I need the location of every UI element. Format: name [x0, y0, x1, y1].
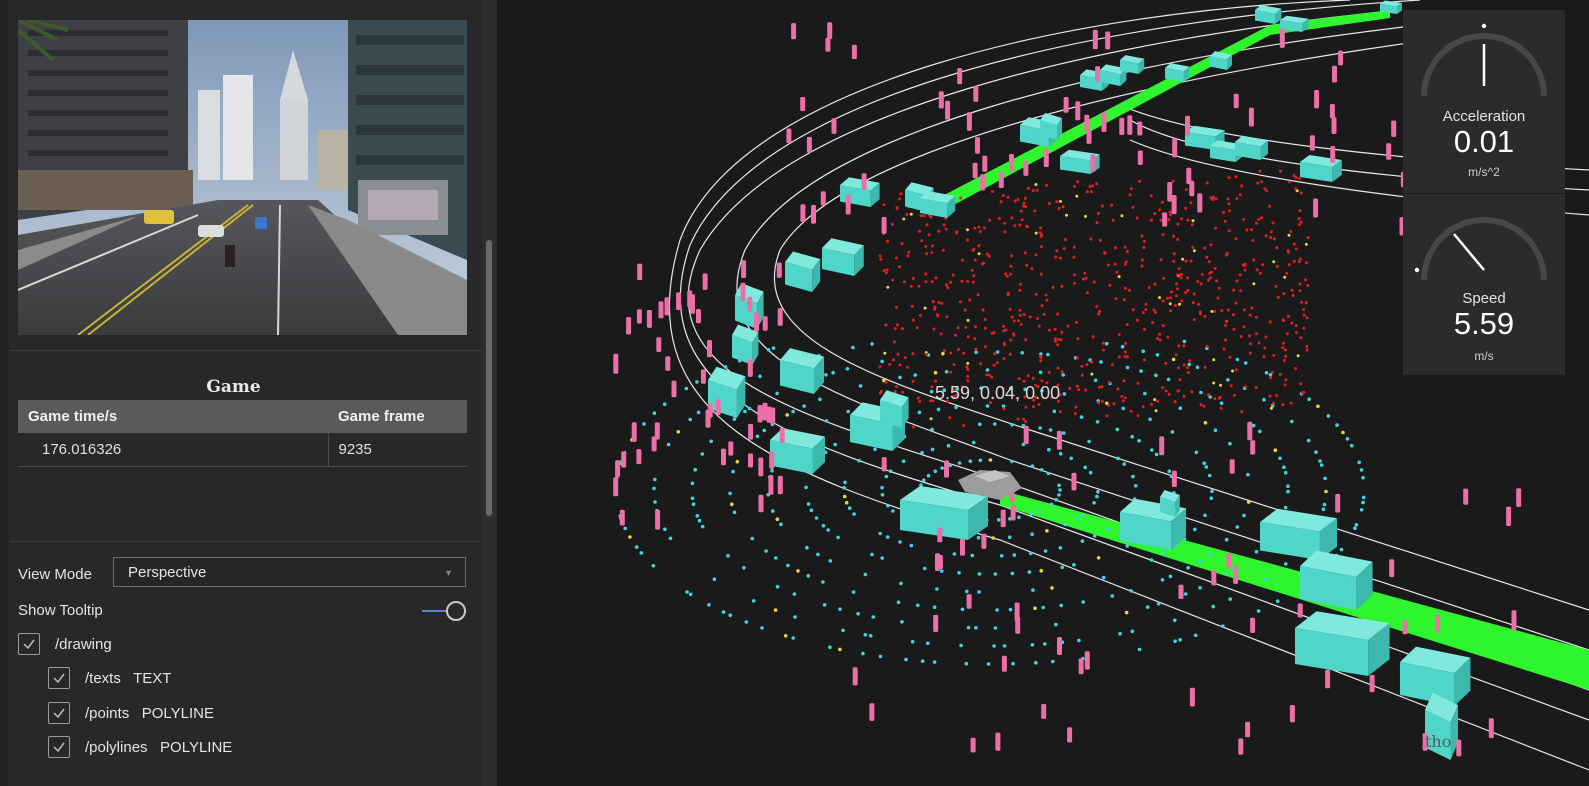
- checkbox[interactable]: [18, 633, 40, 655]
- game-time-value: 176.016326: [18, 433, 329, 467]
- dropdown-caret-icon: ▾: [445, 568, 451, 579]
- game-frame-value: 9235: [328, 433, 467, 467]
- planned-lane-far: [925, 10, 1390, 215]
- game-info-table: Game time/s Game frame 176.016326 9235: [18, 400, 467, 467]
- view-mode-select[interactable]: Perspective ▾: [113, 557, 466, 587]
- gauge-unit: m/s: [1474, 349, 1494, 363]
- view-mode-value: Perspective: [128, 564, 207, 581]
- speed-gauge: Speed 5.59 m/s: [1403, 194, 1565, 375]
- table-row: 176.016326 9235: [18, 433, 467, 467]
- checkbox[interactable]: [48, 667, 70, 689]
- stream-item-polylines[interactable]: /polylines POLYLINE: [48, 736, 348, 760]
- camera-feed-image: [18, 20, 467, 335]
- stream-item-drawing[interactable]: /drawing: [18, 633, 318, 657]
- left-panel: Game Game time/s Game frame 176.016326 9…: [0, 0, 497, 786]
- gauge-unit: m/s^2: [1468, 165, 1500, 179]
- game-panel-title: Game: [206, 377, 261, 397]
- stream-item-points[interactable]: /points POLYLINE: [48, 702, 348, 726]
- point-cloud: [614, 169, 1366, 666]
- stream-label: /texts TEXT: [85, 670, 172, 687]
- stream-label: /points POLYLINE: [85, 705, 214, 722]
- panel-scrollbar-thumb[interactable]: [486, 240, 492, 516]
- stream-item-texts[interactable]: /texts TEXT: [48, 667, 348, 691]
- vehicle-boxes: [708, 0, 1471, 760]
- separator: [9, 541, 482, 542]
- checkbox[interactable]: [48, 736, 70, 758]
- hover-tooltip: 5.59, 0.04, 0.00: [935, 383, 1061, 403]
- stream-label: /drawing: [55, 636, 112, 653]
- column-header-game-time: Game time/s: [18, 400, 328, 433]
- separator: [9, 350, 482, 351]
- view-mode-label: View Mode: [18, 566, 92, 583]
- column-header-game-frame: Game frame: [328, 400, 467, 433]
- watermark-text: tho: [1425, 732, 1452, 751]
- checkbox[interactable]: [48, 702, 70, 724]
- stream-label: /polylines POLYLINE: [85, 739, 233, 756]
- acceleration-gauge: Acceleration 0.01 m/s^2: [1403, 10, 1565, 193]
- gauge-value: 5.59: [1453, 306, 1515, 341]
- panel-edge: [0, 0, 9, 786]
- gauge-label: Speed: [1462, 290, 1506, 307]
- show-tooltip-label: Show Tooltip: [18, 602, 103, 619]
- toggle-knob: [446, 601, 466, 621]
- gauge-value: 0.01: [1453, 124, 1515, 159]
- show-tooltip-toggle[interactable]: [422, 601, 466, 621]
- gauge-label: Acceleration: [1442, 108, 1526, 125]
